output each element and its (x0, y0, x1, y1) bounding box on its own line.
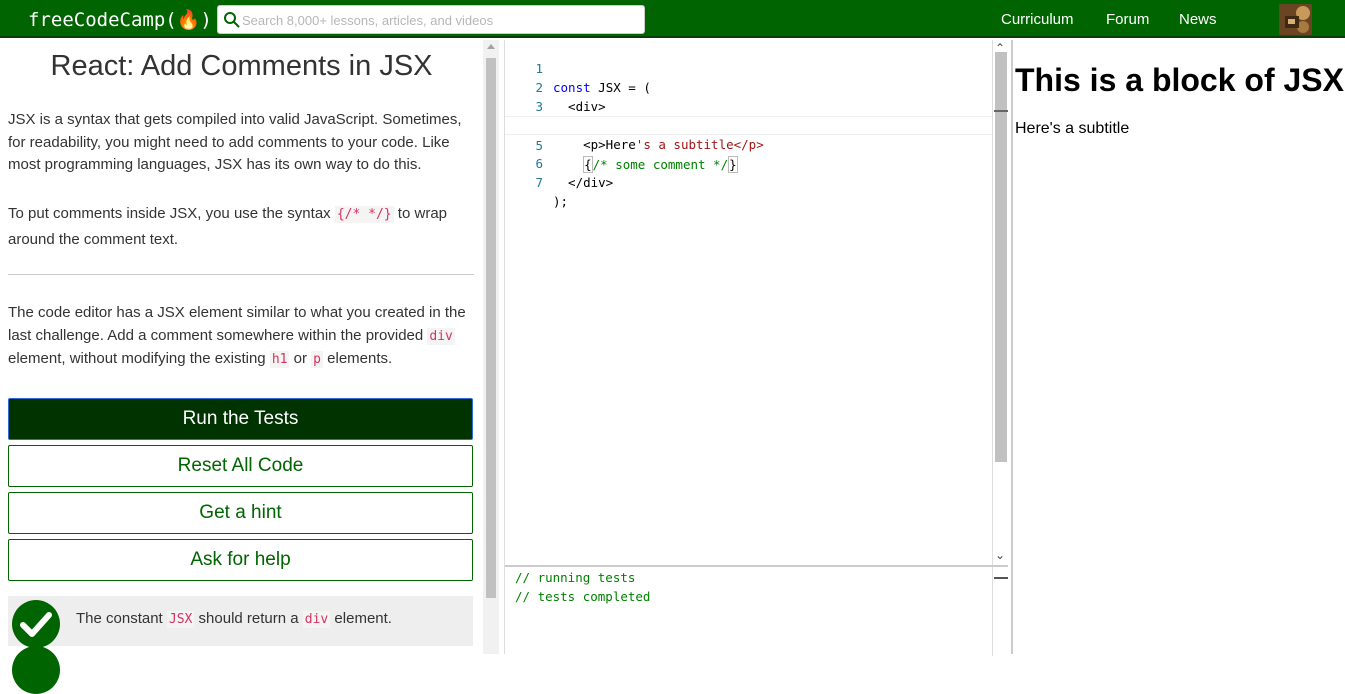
test-text-b: should return a (194, 610, 303, 627)
description-paragraph-1: JSX is a syntax that gets compiled into … (8, 111, 462, 173)
p3-text-c: or (289, 350, 312, 367)
ask-help-button[interactable]: Ask for help (8, 539, 473, 581)
fcc-logo[interactable]: freeCodeCamp(🔥) (28, 8, 212, 31)
run-tests-button[interactable]: Run the Tests (8, 398, 473, 440)
code-text: ); (553, 194, 569, 209)
chevron-down-icon[interactable]: ⌄ (995, 548, 1005, 562)
preview-pane: This is a block of JSX Here's a subtitle (1013, 40, 1345, 654)
nav-link-forum[interactable]: Forum (1106, 11, 1149, 28)
reset-code-button[interactable]: Reset All Code (8, 445, 473, 487)
test-code-jsx: JSX (166, 611, 195, 628)
preview-subtitle: Here's a subtitle (1015, 120, 1130, 137)
code-line[interactable]: 6 </div> (505, 135, 1005, 190)
p3-code-p: p (311, 351, 323, 368)
scrollbar-thumb[interactable] (486, 58, 496, 598)
editor-scrollbar[interactable]: ⌃ ⌄ (992, 40, 1008, 565)
code-line-active[interactable]: 5 {/* some comment */} (505, 116, 1005, 173)
description-paragraph-2: To put comments inside JSX, you use the … (8, 201, 474, 252)
p2-text-a: To put comments inside JSX, you use the … (8, 205, 335, 222)
code-line[interactable]: 7 ); (505, 154, 1005, 209)
nav-link-news[interactable]: News (1179, 11, 1217, 28)
line-number: 7 (535, 175, 543, 190)
p3-code-div: div (427, 327, 455, 345)
code-editor[interactable]: 1 const JSX = ( 2 <div> 3 <h1>This is a … (505, 40, 1011, 565)
get-hint-button[interactable]: Get a hint (8, 492, 473, 534)
scroll-up-arrow-icon[interactable] (487, 44, 495, 49)
top-nav: freeCodeCamp(🔥) Curriculum Forum News (0, 0, 1345, 38)
console-line: // tests completed (515, 589, 651, 604)
section-divider (8, 274, 474, 275)
editor-scrollbar-thumb[interactable] (995, 52, 1007, 462)
preview-heading: This is a block of JSX (1015, 62, 1344, 98)
p3-text-a: The code editor has a JSX element simila… (8, 304, 466, 344)
code-line[interactable]: 3 <h1>This is a block of JSX</h1> (505, 78, 1005, 133)
second-checkmark-icon (12, 646, 60, 694)
code-line[interactable]: 4 <p>Here's a subtitle</p> (505, 97, 1005, 152)
search-icon (224, 12, 240, 28)
test-result-row: The constant JSX should return a div ele… (8, 596, 473, 648)
search-box[interactable] (217, 5, 645, 34)
p3-text-b: element, without modifying the existing (8, 350, 270, 367)
nav-link-curriculum[interactable]: Curriculum (1001, 11, 1074, 28)
checkmark-icon (12, 600, 60, 648)
search-input[interactable] (242, 9, 637, 31)
description-scrollbar[interactable] (483, 40, 499, 654)
console-line: // running tests (515, 570, 636, 585)
challenge-title: React: Add Comments in JSX (50, 50, 433, 82)
test-text-a: The constant (76, 610, 167, 627)
editor-scroll-marker (994, 110, 1008, 112)
instructions-paragraph: The code editor has a JSX element simila… (8, 302, 474, 372)
test-text-c: element. (330, 610, 392, 627)
code-line[interactable]: 2 <div> (505, 59, 1005, 114)
p3-text-d: elements. (322, 350, 393, 367)
avatar-icon (1279, 4, 1312, 35)
console-scrollbar[interactable] (992, 567, 1008, 656)
p3-code-h1: h1 (269, 351, 290, 368)
test-output-console: // running tests // tests completed (505, 565, 1011, 656)
user-avatar[interactable] (1279, 4, 1312, 35)
test-code-div: div (302, 611, 331, 628)
challenge-description-pane: React: Add Comments in JSX JSX is a synt… (0, 40, 483, 694)
test-description: The constant JSX should return a div ele… (76, 610, 392, 628)
code-line[interactable]: 1 const JSX = ( (505, 40, 1005, 95)
console-scroll-marker (994, 577, 1008, 579)
code-text: </div> (553, 175, 614, 190)
p2-inline-code: {/* */} (334, 206, 394, 223)
